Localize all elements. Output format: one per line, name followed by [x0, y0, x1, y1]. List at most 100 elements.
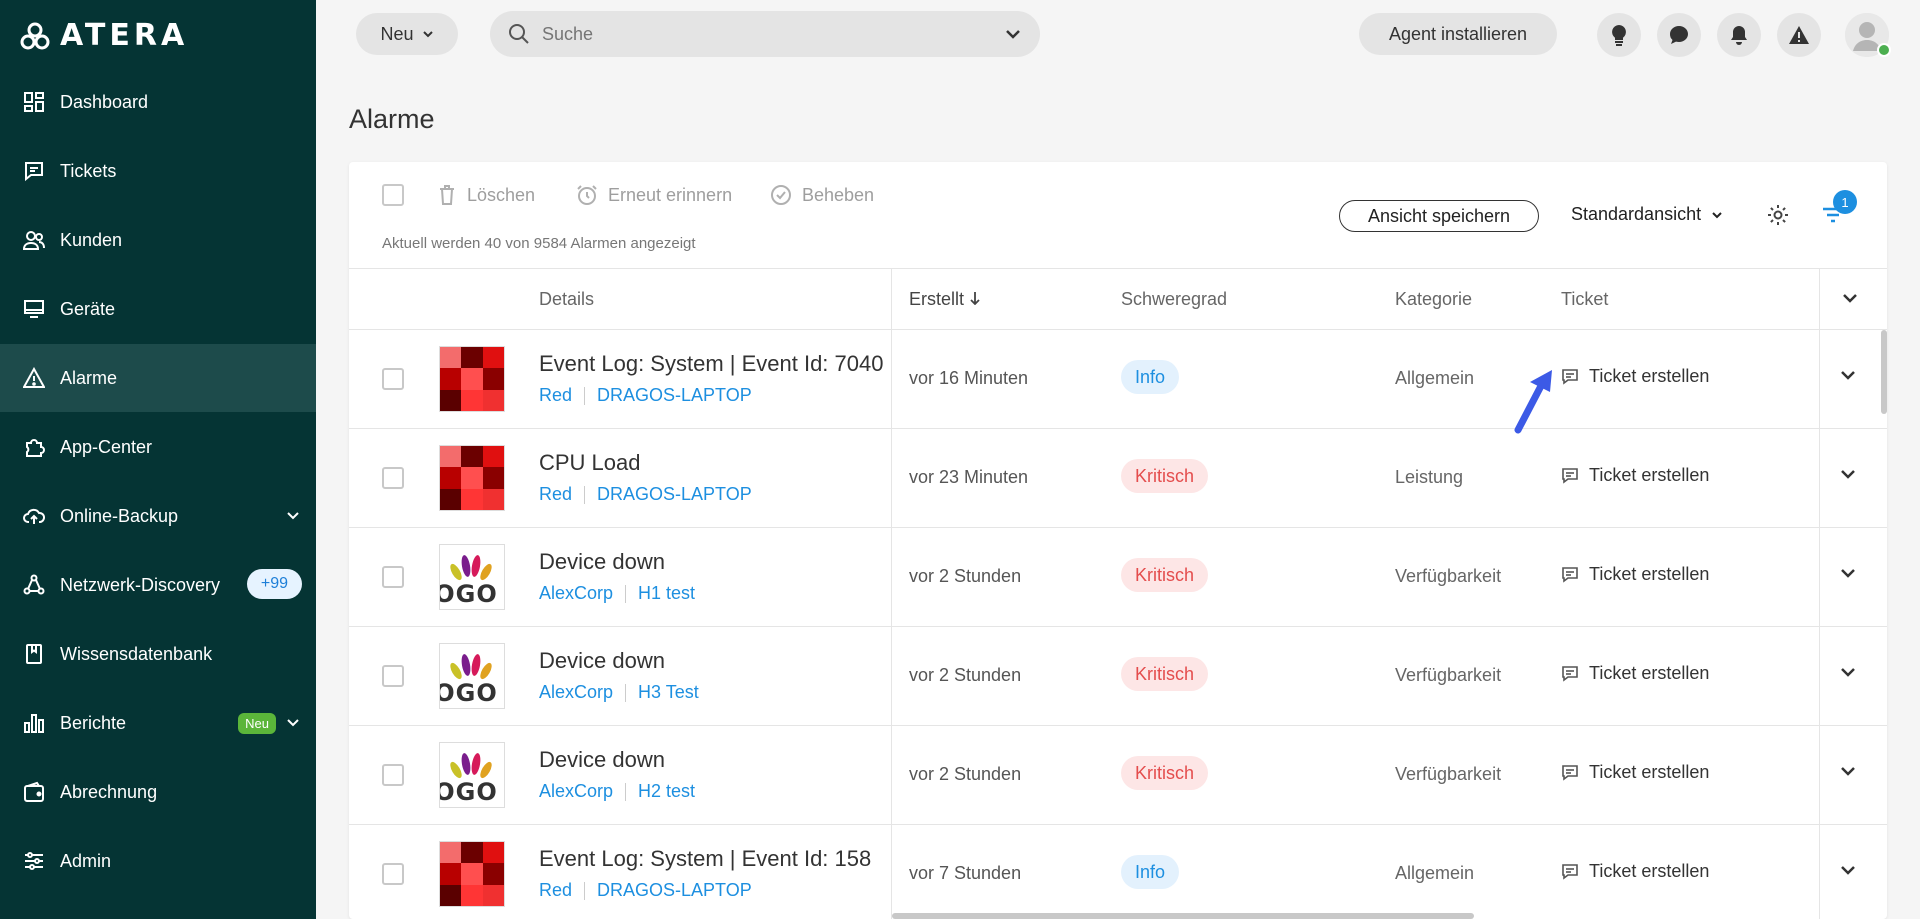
- expand-row-chevron-icon[interactable]: [1839, 564, 1857, 587]
- alarm-title[interactable]: Event Log: System | Event Id: 158: [539, 846, 871, 872]
- column-ticket[interactable]: Ticket: [1561, 289, 1608, 310]
- expand-row-chevron-icon[interactable]: [1839, 465, 1857, 488]
- search-icon: [509, 24, 529, 44]
- install-agent-button[interactable]: Agent installieren: [1359, 13, 1557, 55]
- table-row[interactable]: Event Log: System | Event Id: 158 Red DRA…: [349, 825, 1887, 919]
- expand-row-chevron-icon[interactable]: [1839, 861, 1857, 884]
- column-details[interactable]: Details: [539, 289, 594, 310]
- device-link[interactable]: H3 Test: [638, 682, 699, 703]
- horizontal-scrollbar[interactable]: [892, 913, 1474, 919]
- create-ticket-button[interactable]: Ticket erstellen: [1561, 564, 1709, 585]
- avatar[interactable]: [1845, 13, 1891, 57]
- create-ticket-button[interactable]: Ticket erstellen: [1561, 861, 1709, 882]
- sidebar-item-dashboard[interactable]: Dashboard: [0, 68, 316, 136]
- alarm-title[interactable]: Device down: [539, 549, 665, 575]
- sidebar-item-admin[interactable]: Admin: [0, 827, 316, 895]
- device-link[interactable]: H2 test: [638, 781, 695, 802]
- table-row[interactable]: Event Log: System | Event Id: 7040 Red DR…: [349, 330, 1887, 429]
- customer-link[interactable]: AlexCorp: [539, 682, 613, 703]
- customer-link[interactable]: AlexCorp: [539, 583, 613, 604]
- search-input[interactable]: [542, 23, 1004, 45]
- select-all-checkbox[interactable]: [382, 184, 404, 206]
- sidebar-item-app-center[interactable]: App-Center: [0, 413, 316, 481]
- create-ticket-button[interactable]: Ticket erstellen: [1561, 762, 1709, 783]
- sidebar-item-alarme[interactable]: Alarme: [0, 344, 316, 412]
- device-link[interactable]: DRAGOS-LAPTOP: [597, 880, 752, 901]
- sidebar-item-abrechnung[interactable]: Abrechnung: [0, 758, 316, 826]
- delete-label: Löschen: [467, 184, 536, 205]
- sidebar: ATERA Dashboard Tickets Kunden Geräte Al…: [0, 0, 316, 919]
- gear-icon[interactable]: [1766, 203, 1790, 232]
- sidebar-item-netzwerk-discovery[interactable]: Netzwerk-Discovery +99: [0, 551, 316, 619]
- lightbulb-icon[interactable]: [1597, 13, 1641, 57]
- cloud-upload-icon: [22, 504, 46, 528]
- create-ticket-button[interactable]: Ticket erstellen: [1561, 465, 1709, 486]
- atera-logo[interactable]: ATERA: [20, 18, 188, 53]
- create-ticket-label: Ticket erstellen: [1589, 366, 1710, 386]
- create-ticket-button[interactable]: Ticket erstellen: [1561, 663, 1709, 684]
- chevron-down-icon[interactable]: [1004, 25, 1022, 43]
- created-time: vor 23 Minuten: [909, 467, 1029, 487]
- sidebar-item-label: Alarme: [60, 367, 118, 388]
- alert-icon[interactable]: [1777, 13, 1821, 57]
- row-checkbox[interactable]: [382, 863, 404, 885]
- table-row[interactable]: OGO Device down AlexCorp H1 test vor 2 St…: [349, 528, 1887, 627]
- bell-icon[interactable]: [1717, 13, 1761, 57]
- alarm-title[interactable]: Device down: [539, 747, 665, 773]
- customer-link[interactable]: AlexCorp: [539, 781, 613, 802]
- expand-row-chevron-icon[interactable]: [1839, 663, 1857, 686]
- checkbox[interactable]: [382, 184, 404, 206]
- device-link[interactable]: DRAGOS-LAPTOP: [597, 484, 752, 505]
- puzzle-icon: [22, 435, 46, 459]
- customer-link[interactable]: Red: [539, 880, 572, 901]
- customer-logo: [439, 445, 505, 511]
- row-checkbox[interactable]: [382, 665, 404, 687]
- sidebar-item-geraete[interactable]: Geräte: [0, 275, 316, 343]
- device-link[interactable]: H1 test: [638, 583, 695, 604]
- column-severity[interactable]: Schweregrad: [1121, 289, 1227, 310]
- severity-badge: Kritisch: [1121, 657, 1209, 691]
- device-link[interactable]: DRAGOS-LAPTOP: [597, 385, 752, 406]
- chat-icon[interactable]: [1657, 13, 1701, 57]
- category-text: Allgemein: [1395, 863, 1475, 883]
- create-ticket-label: Ticket erstellen: [1589, 465, 1710, 485]
- sidebar-item-online-backup[interactable]: Online-Backup: [0, 482, 316, 550]
- column-category[interactable]: Kategorie: [1395, 289, 1472, 310]
- row-checkbox[interactable]: [382, 368, 404, 390]
- customer-link[interactable]: Red: [539, 385, 572, 406]
- view-select[interactable]: Standardansicht: [1571, 204, 1723, 225]
- customer-logo: OGO: [439, 742, 505, 808]
- row-checkbox[interactable]: [382, 566, 404, 588]
- column-created[interactable]: Erstellt: [909, 289, 981, 310]
- expand-row-chevron-icon[interactable]: [1839, 762, 1857, 785]
- table-row[interactable]: OGO Device down AlexCorp H2 test vor 2 St…: [349, 726, 1887, 825]
- sidebar-item-tickets[interactable]: Tickets: [0, 137, 316, 205]
- topbar: Neu Agent installieren: [316, 0, 1920, 68]
- new-button[interactable]: Neu: [356, 13, 458, 55]
- ticket-icon: [22, 159, 46, 183]
- remind-again-button[interactable]: Erneut erinnern: [576, 184, 732, 206]
- create-ticket-button[interactable]: Ticket erstellen: [1561, 366, 1709, 387]
- table-row[interactable]: CPU Load Red DRAGOS-LAPTOP vor 23 Minuten…: [349, 429, 1887, 528]
- search-bar[interactable]: [490, 11, 1040, 57]
- online-status-dot: [1877, 43, 1891, 57]
- save-view-button[interactable]: Ansicht speichern: [1339, 200, 1539, 232]
- category-text: Verfügbarkeit: [1395, 566, 1502, 586]
- alarm-title[interactable]: Event Log: System | Event Id: 7040: [539, 351, 883, 377]
- customer-link[interactable]: Red: [539, 484, 572, 505]
- alarm-title[interactable]: CPU Load: [539, 450, 641, 476]
- sidebar-item-wissensdatenbank[interactable]: Wissensdatenbank: [0, 620, 316, 688]
- row-checkbox[interactable]: [382, 764, 404, 786]
- vertical-scrollbar[interactable]: [1881, 330, 1887, 414]
- row-checkbox[interactable]: [382, 467, 404, 489]
- created-time: vor 2 Stunden: [909, 566, 1022, 586]
- resolve-button[interactable]: Beheben: [770, 184, 874, 206]
- new-badge: Neu: [238, 713, 276, 734]
- table-row[interactable]: OGO Device down AlexCorp H3 Test vor 2 St…: [349, 627, 1887, 726]
- sidebar-item-berichte[interactable]: Berichte Neu: [0, 689, 316, 757]
- expand-row-chevron-icon[interactable]: [1839, 366, 1857, 389]
- sidebar-item-kunden[interactable]: Kunden: [0, 206, 316, 274]
- chevron-down-icon[interactable]: [1841, 289, 1859, 312]
- delete-button[interactable]: Löschen: [437, 184, 535, 206]
- alarm-title[interactable]: Device down: [539, 648, 665, 674]
